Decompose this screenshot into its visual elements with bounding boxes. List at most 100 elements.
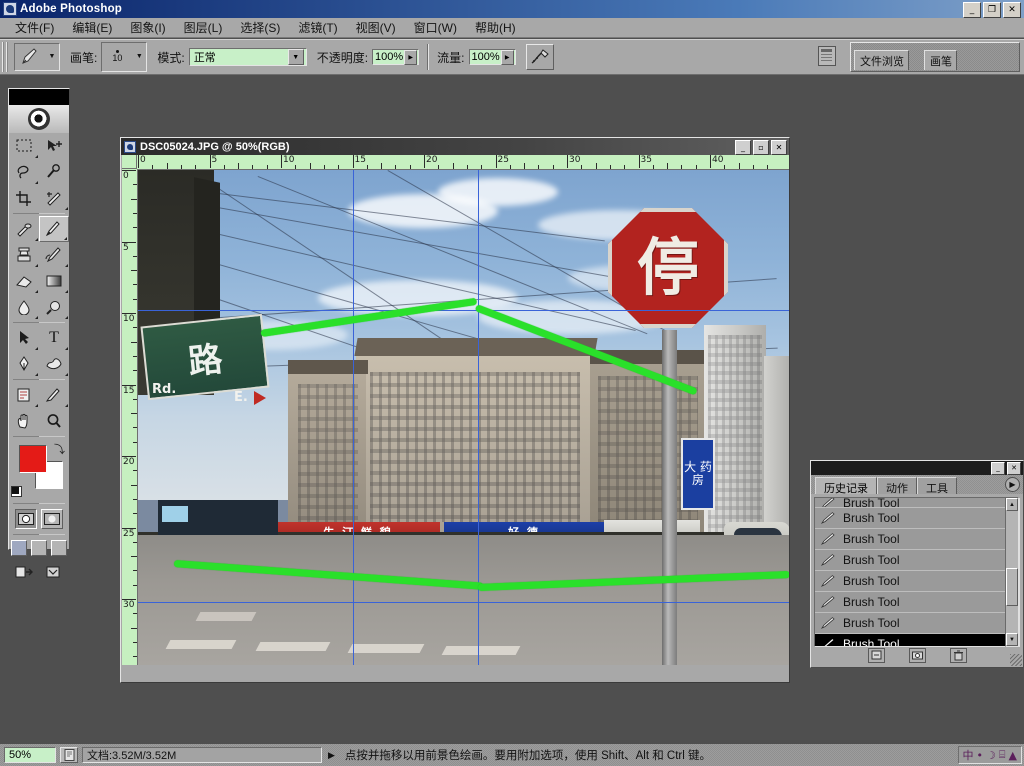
history-state-row[interactable]: Brush Tool bbox=[815, 508, 1019, 529]
history-minimize-button[interactable]: _ bbox=[991, 462, 1005, 475]
tool-magic-wand[interactable] bbox=[39, 159, 69, 185]
ime-keyboard-icon[interactable]: ⌸ bbox=[999, 748, 1006, 762]
history-state-row-partial[interactable]: Brush Tool bbox=[815, 498, 1019, 508]
ruler-corner[interactable] bbox=[122, 155, 137, 169]
page-preview-icon[interactable] bbox=[60, 747, 78, 763]
tool-pen[interactable] bbox=[9, 351, 39, 377]
menu-item-filter[interactable]: 滤镜(T) bbox=[289, 17, 346, 38]
file-browser-icon[interactable] bbox=[818, 46, 836, 66]
scroll-up-arrow[interactable]: ▲ bbox=[1006, 498, 1018, 511]
tab-tool-presets[interactable]: 工具 bbox=[917, 477, 957, 495]
menu-item-edit[interactable]: 编辑(E) bbox=[63, 17, 121, 38]
chevron-down-icon[interactable]: ▼ bbox=[287, 49, 304, 65]
swap-colors-icon[interactable]: ⤵ bbox=[54, 441, 65, 457]
tool-eraser[interactable] bbox=[9, 268, 39, 294]
ime-dot-icon[interactable]: • bbox=[977, 749, 984, 762]
tool-preset-dropdown-arrow[interactable]: ▼ bbox=[45, 44, 59, 68]
tool-zoom[interactable] bbox=[39, 408, 69, 434]
menu-item-layer[interactable]: 图层(L) bbox=[175, 17, 232, 38]
history-state-row[interactable]: Brush Tool bbox=[815, 529, 1019, 550]
image-canvas[interactable]: 路 Rd. E. 大 药 房 停 bbox=[138, 170, 789, 665]
document-title-bar[interactable]: DSC05024.JPG @ 50%(RGB) _ ▫ ✕ bbox=[121, 138, 789, 155]
tool-blur[interactable] bbox=[9, 294, 39, 320]
tool-healing-brush[interactable] bbox=[9, 216, 39, 242]
guide-horizontal[interactable] bbox=[138, 310, 789, 311]
opacity-slider-arrow-icon[interactable]: ▶ bbox=[404, 49, 418, 65]
toolbox-title-bar[interactable] bbox=[9, 89, 69, 105]
vertical-ruler[interactable]: 0 5 10 15 20 25 30 bbox=[122, 169, 138, 665]
restore-button[interactable]: ❐ bbox=[983, 2, 1001, 18]
history-close-button[interactable]: ✕ bbox=[1007, 462, 1021, 475]
full-screen-button[interactable] bbox=[51, 540, 67, 556]
palette-resize-grip[interactable] bbox=[1010, 654, 1022, 666]
tool-marquee[interactable] bbox=[9, 133, 39, 159]
scrollbar-thumb[interactable] bbox=[1006, 568, 1018, 606]
tab-actions[interactable]: 动作 bbox=[877, 477, 917, 495]
current-tool-picker[interactable]: ▼ bbox=[14, 43, 60, 71]
foreground-color-swatch[interactable] bbox=[19, 445, 47, 473]
new-doc-icon[interactable] bbox=[867, 647, 885, 663]
full-screen-with-menubar-button[interactable] bbox=[31, 540, 47, 556]
history-palette-title-bar[interactable]: _ ✕ bbox=[811, 461, 1023, 475]
trash-icon[interactable] bbox=[949, 647, 967, 663]
jump-to-icon[interactable] bbox=[43, 564, 63, 580]
tool-clone-stamp[interactable] bbox=[9, 242, 39, 268]
menu-item-view[interactable]: 视图(V) bbox=[347, 17, 405, 38]
horizontal-ruler[interactable]: 0 5 10 15 20 25 30 35 40 bbox=[137, 155, 789, 170]
airbrush-toggle-button[interactable] bbox=[525, 44, 554, 70]
tool-slice[interactable] bbox=[39, 185, 69, 211]
snapshot-icon[interactable] bbox=[908, 647, 926, 663]
options-bar-grip[interactable] bbox=[2, 42, 10, 72]
guide-vertical[interactable] bbox=[353, 170, 354, 665]
zoom-level-field[interactable]: 50% bbox=[4, 747, 56, 763]
palette-menu-icon[interactable]: ▶ bbox=[1005, 477, 1020, 492]
imageready-icon[interactable] bbox=[15, 564, 35, 580]
document-minimize-button[interactable]: _ bbox=[735, 140, 751, 155]
tool-notes[interactable] bbox=[9, 382, 39, 408]
close-button[interactable]: ✕ bbox=[1003, 2, 1021, 18]
flow-slider-arrow-icon[interactable]: ▶ bbox=[500, 49, 514, 65]
history-state-list[interactable]: Brush Tool Brush Tool Brush Tool Brush T… bbox=[814, 497, 1020, 647]
tool-type[interactable]: T bbox=[39, 325, 69, 351]
menu-item-image[interactable]: 图象(I) bbox=[121, 17, 174, 38]
guide-horizontal[interactable] bbox=[138, 602, 789, 603]
ime-tray-expand-icon[interactable]: ▲ bbox=[1009, 749, 1017, 762]
status-expand-arrow-icon[interactable]: ▶ bbox=[328, 750, 335, 761]
history-scrollbar[interactable]: ▲ ▼ bbox=[1005, 497, 1019, 647]
tool-dodge[interactable] bbox=[39, 294, 69, 320]
opacity-field[interactable]: 100% ▶ bbox=[372, 49, 420, 65]
document-maximize-button[interactable]: ▫ bbox=[753, 140, 769, 155]
tool-brush[interactable] bbox=[39, 216, 69, 242]
ime-chinese-icon[interactable]: 中 bbox=[963, 747, 974, 763]
palette-well-tab-brushes[interactable]: 画笔 bbox=[924, 50, 957, 70]
tool-history-brush[interactable] bbox=[39, 242, 69, 268]
default-colors-icon[interactable] bbox=[11, 486, 22, 497]
tool-lasso[interactable] bbox=[9, 159, 39, 185]
history-state-row[interactable]: Brush Tool bbox=[815, 550, 1019, 571]
quick-mask-mode-button[interactable] bbox=[41, 509, 63, 529]
tool-custom-shape[interactable] bbox=[39, 351, 69, 377]
guide-vertical[interactable] bbox=[478, 170, 479, 665]
menu-item-select[interactable]: 选择(S) bbox=[231, 17, 289, 38]
palette-well-tab-file-browser[interactable]: 文件浏览 bbox=[854, 50, 909, 70]
tab-history[interactable]: 历史记录 bbox=[815, 477, 877, 495]
standard-mode-button[interactable] bbox=[15, 509, 37, 529]
tool-hand[interactable] bbox=[9, 408, 39, 434]
tool-gradient[interactable] bbox=[39, 268, 69, 294]
tool-path-selection[interactable] bbox=[9, 325, 39, 351]
brush-dropdown-arrow[interactable]: ▼ bbox=[132, 43, 147, 69]
brush-picker[interactable]: 10 ▼ bbox=[101, 42, 148, 72]
ime-moon-icon[interactable]: ☽ bbox=[986, 749, 996, 762]
flow-field[interactable]: 100% ▶ bbox=[468, 49, 516, 65]
menu-item-file[interactable]: 文件(F) bbox=[6, 17, 63, 38]
standard-screen-mode-button[interactable] bbox=[11, 540, 27, 556]
minimize-button[interactable]: _ bbox=[963, 2, 981, 18]
history-state-row[interactable]: Brush Tool bbox=[815, 571, 1019, 592]
blend-mode-select[interactable]: 正常 ▼ bbox=[188, 48, 307, 66]
scroll-down-arrow[interactable]: ▼ bbox=[1006, 633, 1018, 646]
tool-move[interactable] bbox=[39, 133, 69, 159]
document-close-button[interactable]: ✕ bbox=[771, 140, 787, 155]
document-size-field[interactable]: 文档:3.52M/3.52M bbox=[82, 747, 322, 763]
menu-item-window[interactable]: 窗口(W) bbox=[405, 17, 466, 38]
history-state-row[interactable]: Brush Tool bbox=[815, 613, 1019, 634]
